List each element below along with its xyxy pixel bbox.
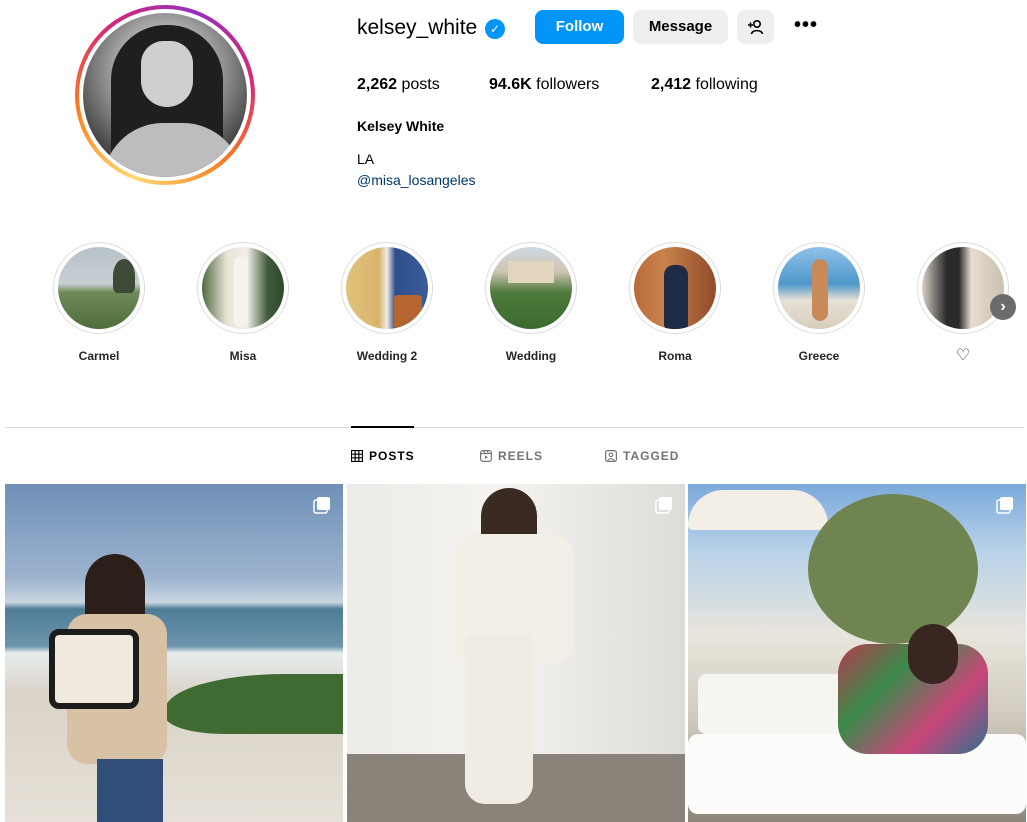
- reels-icon: [480, 450, 492, 462]
- post-figure-jeans: [97, 759, 163, 822]
- verified-badge-icon: ✓: [485, 19, 505, 39]
- posts-count: 2,262 posts: [357, 76, 440, 94]
- post-thumbnail-2[interactable]: [347, 484, 685, 822]
- add-person-icon: [747, 19, 763, 35]
- post-thumbnail-3[interactable]: [688, 484, 1026, 822]
- highlight-cover: [346, 247, 428, 329]
- profile-full-name: Kelsey White: [357, 118, 445, 134]
- carousel-icon: [655, 497, 672, 514]
- highlight-label: Wedding 2: [356, 349, 418, 363]
- highlight-cover: [58, 247, 140, 329]
- suggested-accounts-button[interactable]: [737, 10, 774, 44]
- grid-icon: [351, 450, 363, 462]
- profile-avatar[interactable]: [75, 5, 255, 185]
- highlight-wedding-2[interactable]: Wedding 2: [341, 242, 433, 364]
- highlight-cover: [778, 247, 860, 329]
- highlight-label: Carmel: [78, 349, 120, 363]
- highlights-next-button[interactable]: ›: [990, 294, 1016, 320]
- highlight-ring: [197, 242, 289, 334]
- followers-count[interactable]: 94.6K followers: [489, 76, 599, 94]
- post-dune-grass: [165, 674, 343, 734]
- highlight-ring: [917, 242, 1009, 334]
- post-figure-bag: [49, 629, 139, 709]
- heart-icon: ♡: [955, 347, 971, 364]
- highlight-ring: [629, 242, 721, 334]
- highlight-cover: [202, 247, 284, 329]
- tab-tagged[interactable]: TAGGED: [605, 449, 679, 463]
- profile-bio: LA: [357, 151, 375, 167]
- highlight-label: Roma: [658, 349, 692, 363]
- post-figure-hair: [908, 624, 958, 684]
- following-count-label: following: [695, 76, 758, 93]
- active-tab-indicator: [351, 426, 414, 428]
- post-olive-tree: [808, 494, 978, 644]
- post-figure-skirt: [465, 634, 533, 804]
- following-count[interactable]: 2,412 following: [651, 76, 758, 94]
- highlight-wedding[interactable]: Wedding: [485, 242, 577, 364]
- highlight-cover: [922, 247, 1004, 329]
- more-options-button[interactable]: •••: [793, 10, 819, 44]
- highlight-ring: [53, 242, 145, 334]
- message-button[interactable]: Message: [633, 10, 728, 44]
- tab-reels-label: REELS: [498, 449, 544, 463]
- following-count-value: 2,412: [651, 76, 692, 93]
- tab-posts[interactable]: POSTS: [351, 449, 415, 463]
- tab-reels[interactable]: REELS: [480, 449, 543, 463]
- followers-count-label: followers: [536, 76, 600, 93]
- highlight-misa[interactable]: Misa: [197, 242, 289, 364]
- posts-count-label: posts: [401, 76, 440, 93]
- tab-posts-label: POSTS: [369, 449, 415, 463]
- highlight-greece[interactable]: Greece: [773, 242, 865, 364]
- tagged-icon: [605, 450, 617, 462]
- followers-count-value: 94.6K: [489, 76, 532, 93]
- highlight-cover: [634, 247, 716, 329]
- post-umbrella: [688, 490, 828, 530]
- posts-count-value: 2,262: [357, 76, 398, 93]
- profile-bio-mention-link[interactable]: @misa_losangeles: [357, 172, 476, 188]
- carousel-icon: [996, 497, 1013, 514]
- highlight-label: Wedding: [505, 349, 557, 363]
- follow-button[interactable]: Follow: [535, 10, 624, 44]
- highlight-carmel[interactable]: Carmel: [53, 242, 145, 364]
- avatar-face-shape: [141, 41, 193, 107]
- more-horizontal-icon: •••: [793, 14, 818, 36]
- highlight-ring: [773, 242, 865, 334]
- avatar-border: [79, 9, 251, 181]
- profile-tabs-divider: [5, 427, 1024, 428]
- highlight-label: Misa: [229, 349, 257, 363]
- chevron-right-icon: ›: [1000, 298, 1006, 315]
- profile-username: kelsey_white: [357, 16, 478, 39]
- tab-tagged-label: TAGGED: [623, 449, 680, 463]
- highlight-ring: [341, 242, 433, 334]
- highlight-roma[interactable]: Roma: [629, 242, 721, 364]
- highlight-ring: [485, 242, 577, 334]
- highlight-label: Greece: [798, 349, 840, 363]
- avatar-photo: [83, 13, 247, 177]
- post-thumbnail-1[interactable]: [5, 484, 343, 822]
- highlight-cover: [490, 247, 572, 329]
- carousel-icon: [313, 497, 330, 514]
